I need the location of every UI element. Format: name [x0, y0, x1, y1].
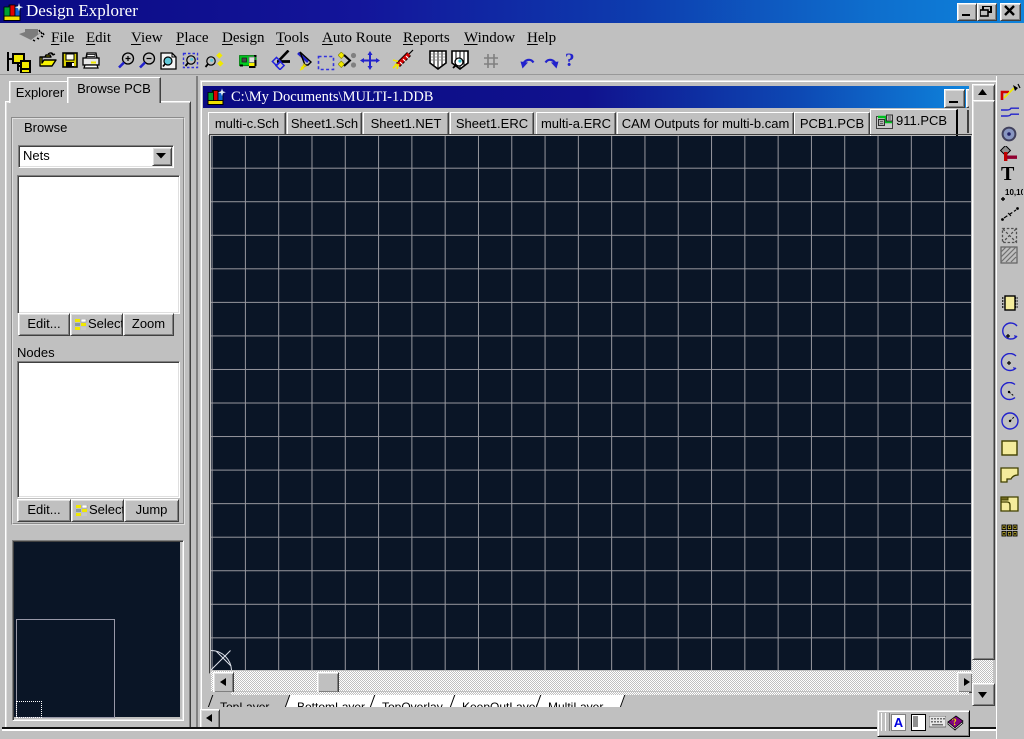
svg-text:10,10: 10,10 [1005, 188, 1023, 197]
